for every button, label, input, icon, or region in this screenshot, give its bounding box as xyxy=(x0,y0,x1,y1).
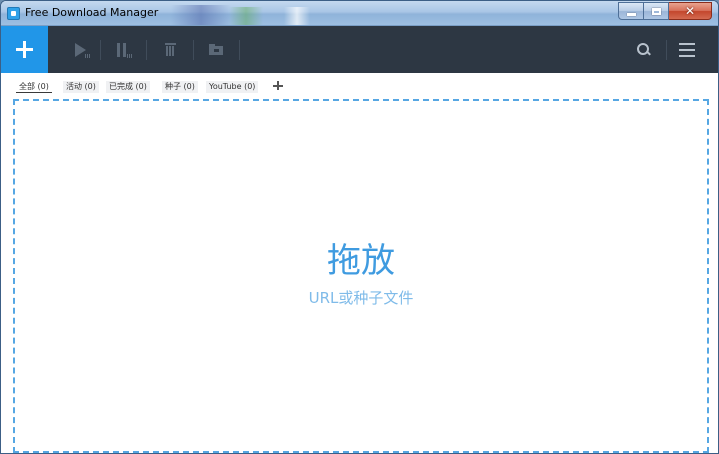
pause-button[interactable] xyxy=(107,26,137,73)
toolbar-separator xyxy=(146,40,147,60)
close-button[interactable]: ✕ xyxy=(669,2,712,20)
title-bar[interactable]: Free Download Manager ✕ xyxy=(1,1,718,26)
drop-zone-title: 拖放 xyxy=(327,241,395,281)
toolbar-separator xyxy=(193,40,194,60)
title-bar-decoration xyxy=(171,5,231,25)
pause-icon xyxy=(117,42,127,57)
maximize-button[interactable] xyxy=(644,2,669,20)
add-filter-icon[interactable] xyxy=(272,80,284,92)
plus-icon xyxy=(16,41,33,58)
title-bar-decoration xyxy=(229,7,263,25)
minimize-icon xyxy=(626,12,636,16)
filter-tab-completed[interactable]: 已完成 (0) xyxy=(106,81,150,93)
app-window: Free Download Manager ✕ 全部 (0) 活动 (0) 已完… xyxy=(0,0,719,454)
play-icon xyxy=(74,42,86,57)
minimize-button[interactable] xyxy=(618,2,644,20)
filter-tab-all[interactable]: 全部 (0) xyxy=(16,81,52,93)
window-controls: ✕ xyxy=(618,2,712,20)
search-icon xyxy=(636,43,650,56)
drop-zone[interactable]: 拖放 URL或种子文件 xyxy=(13,99,709,453)
maximize-icon xyxy=(651,7,661,15)
trash-icon xyxy=(164,43,176,56)
filter-tab-torrents[interactable]: 种子 (0) xyxy=(162,81,198,93)
toolbar-separator xyxy=(100,40,101,60)
close-icon: ✕ xyxy=(684,4,696,18)
delete-button[interactable] xyxy=(155,26,185,73)
title-bar-decoration xyxy=(284,7,310,25)
open-folder-button[interactable] xyxy=(201,26,231,73)
folder-icon xyxy=(209,44,223,55)
app-logo-icon xyxy=(7,7,20,20)
search-button[interactable] xyxy=(628,26,658,73)
pause-sub-icon xyxy=(127,54,133,58)
filter-tabs: 全部 (0) 活动 (0) 已完成 (0) 种子 (0) YouTube (0) xyxy=(1,73,718,99)
filter-tab-youtube[interactable]: YouTube (0) xyxy=(206,81,259,93)
main-menu-button[interactable] xyxy=(672,26,702,73)
filter-tab-active[interactable]: 活动 (0) xyxy=(63,81,99,93)
play-sub-icon xyxy=(85,54,91,58)
toolbar-separator xyxy=(239,40,240,60)
toolbar xyxy=(1,26,718,73)
add-download-button[interactable] xyxy=(1,26,48,73)
resume-button[interactable] xyxy=(65,26,95,73)
toolbar-separator xyxy=(666,40,667,60)
drop-zone-subtitle: URL或种子文件 xyxy=(308,289,414,307)
hamburger-menu-icon xyxy=(679,42,695,57)
window-title: Free Download Manager xyxy=(25,6,159,19)
